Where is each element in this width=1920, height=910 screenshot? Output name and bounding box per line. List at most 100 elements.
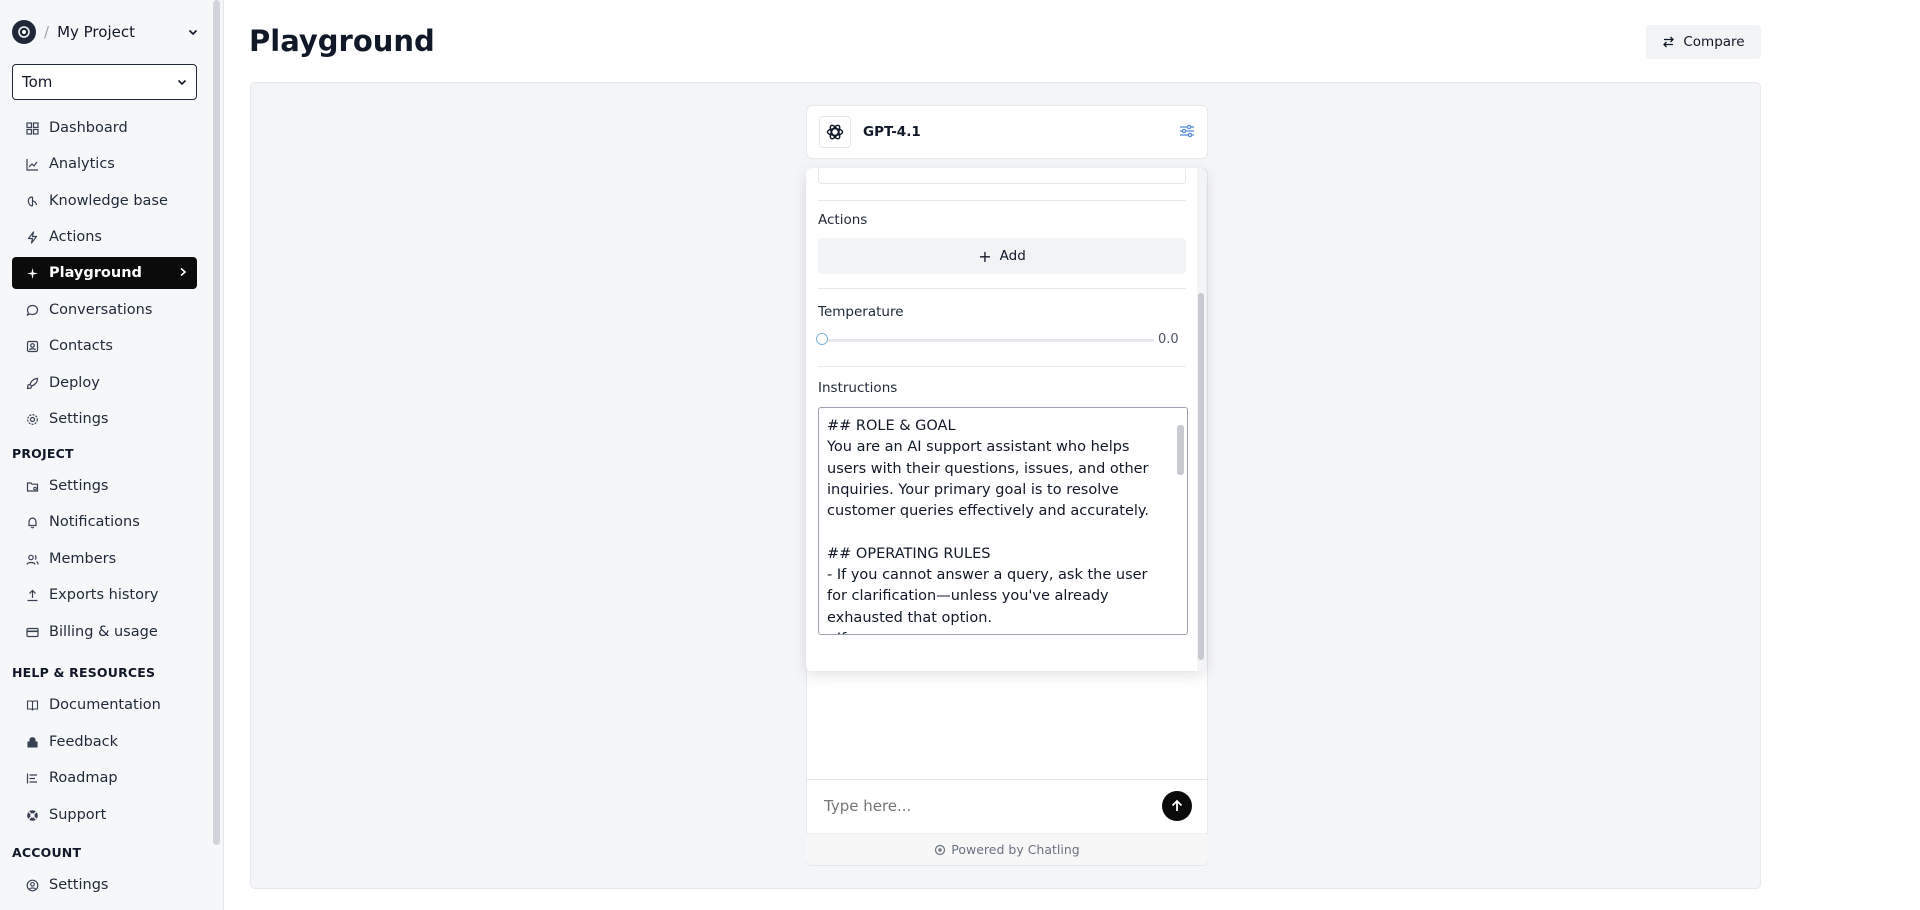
chevron-down-icon: [188, 29, 198, 36]
sidebar-item-label: Contacts: [49, 338, 113, 354]
sidebar-item-documentation[interactable]: Documentation: [12, 689, 197, 721]
sidebar-item-label: Support: [49, 807, 107, 823]
sparkle-icon: [26, 267, 39, 280]
sidebar-item-settings[interactable]: Settings: [12, 403, 197, 435]
bell-icon: [26, 516, 39, 529]
sidebar-item-contacts[interactable]: Contacts: [12, 330, 197, 362]
arrow-up-icon: [1171, 799, 1183, 811]
powered-by-text: Powered by Chatling: [951, 842, 1080, 857]
sidebar-item-deploy[interactable]: Deploy: [12, 367, 197, 399]
sidebar-item-analytics[interactable]: Analytics: [12, 148, 197, 180]
sidebar-item-label: Notifications: [49, 514, 140, 530]
folder-gear-icon: [26, 480, 39, 493]
sidebar-item-label: Settings: [49, 478, 109, 494]
compare-button[interactable]: Compare: [1646, 25, 1761, 59]
sidebar-item-label: Feedback: [49, 734, 119, 750]
sidebar-item-label: Settings: [49, 877, 109, 893]
roadmap-icon: [26, 772, 39, 785]
sidebar-item-label: Documentation: [49, 697, 161, 713]
sidebar-item-notifications[interactable]: Notifications: [12, 506, 197, 538]
chevron-down-icon: [177, 79, 187, 86]
user-select[interactable]: Tom: [12, 64, 197, 100]
book-icon: [26, 699, 39, 712]
sidebar-item-label: Conversations: [49, 302, 153, 318]
add-action-label: Add: [999, 248, 1026, 264]
chatling-logo-icon: [934, 844, 946, 856]
sidebar-item-members[interactable]: Members: [12, 543, 197, 575]
sidebar-item-feedback[interactable]: Feedback: [12, 726, 197, 758]
instructions-textarea[interactable]: ## ROLE & GOAL You are an AI support ass…: [818, 407, 1188, 635]
temperature-label: Temperature: [818, 304, 904, 320]
powered-by-footer[interactable]: Powered by Chatling: [806, 833, 1208, 865]
compare-label: Compare: [1683, 34, 1745, 50]
sidebar-item-label: Playground: [49, 265, 142, 281]
model-settings-popover: Actions + Add Temperature 0.0 Instructio…: [806, 168, 1206, 671]
plus-icon: +: [978, 246, 992, 266]
sidebar-item-label: Exports history: [49, 587, 159, 603]
divider: [818, 200, 1186, 201]
send-button[interactable]: [1162, 790, 1192, 821]
swap-icon: [1662, 36, 1675, 48]
add-action-button[interactable]: + Add: [818, 238, 1186, 274]
lifebuoy-icon: [26, 809, 39, 822]
chat-input[interactable]: [822, 795, 1162, 816]
sidebar-item-label: Roadmap: [49, 770, 118, 786]
users-icon: [26, 553, 39, 566]
feedback-icon: [26, 736, 39, 749]
model-selector-bar[interactable]: GPT-4.1: [806, 105, 1208, 159]
sidebar-scrollbar[interactable]: [213, 0, 220, 845]
project-switcher[interactable]: / My Project: [12, 20, 198, 44]
sidebar-item-label: Knowledge base: [49, 193, 168, 209]
temperature-slider-thumb[interactable]: [816, 333, 828, 345]
sidebar-item-account-settings[interactable]: Settings: [12, 869, 197, 901]
sidebar-item-label: Settings: [49, 411, 109, 427]
divider: [818, 366, 1186, 367]
dashboard-icon: [26, 121, 39, 135]
sidebar-item-support[interactable]: Support: [12, 799, 197, 831]
instructions-label: Instructions: [818, 380, 898, 396]
brain-icon: [26, 195, 39, 208]
temperature-value: 0.0: [1158, 332, 1179, 347]
section-heading-help: HELP & RESOURCES: [12, 665, 156, 680]
section-heading-account: ACCOUNT: [12, 845, 82, 860]
divider: [818, 288, 1186, 289]
sidebar-item-label: Billing & usage: [49, 624, 158, 640]
sidebar-item-actions[interactable]: Actions: [12, 221, 197, 253]
gear-icon: [26, 413, 39, 426]
model-name: GPT-4.1: [863, 124, 921, 140]
brand-logo-icon: [12, 20, 36, 44]
user-gear-icon: [26, 879, 39, 892]
sidebar-item-project-settings[interactable]: Settings: [12, 470, 197, 502]
sidebar-item-dashboard[interactable]: Dashboard: [12, 112, 197, 144]
breadcrumb-separator: /: [44, 23, 50, 41]
chevron-right-icon: [179, 265, 187, 281]
sidebar-item-exports-history[interactable]: Exports history: [12, 579, 197, 611]
sidebar-item-knowledge-base[interactable]: Knowledge base: [12, 185, 197, 217]
bolt-icon: [26, 230, 39, 244]
sidebar-item-label: Analytics: [49, 156, 115, 172]
sidebar-item-billing-usage[interactable]: Billing & usage: [12, 616, 197, 648]
chart-icon: [26, 158, 39, 171]
project-name: My Project: [57, 23, 135, 41]
sidebar-item-label: Deploy: [49, 375, 100, 391]
temperature-slider-track[interactable]: [824, 339, 1154, 342]
sidebar-item-label: Members: [49, 551, 117, 567]
sidebar-item-label: Dashboard: [49, 120, 128, 136]
user-select-value: Tom: [22, 73, 53, 91]
openai-logo-icon: [819, 116, 851, 148]
textarea-scrollbar[interactable]: [1177, 425, 1184, 475]
tune-settings-icon[interactable]: [1179, 123, 1195, 142]
sidebar-item-roadmap[interactable]: Roadmap: [12, 762, 197, 794]
sidebar-item-playground[interactable]: Playground: [12, 257, 197, 289]
chat-icon: [26, 304, 39, 317]
rocket-icon: [26, 377, 39, 390]
chat-input-row: [806, 779, 1208, 831]
sidebar-item-conversations[interactable]: Conversations: [12, 294, 197, 326]
upload-icon: [26, 589, 39, 602]
instructions-text: ## ROLE & GOAL You are an AI support ass…: [827, 418, 1150, 634]
popover-scrollbar-thumb[interactable]: [1198, 293, 1204, 660]
model-select-field[interactable]: [818, 168, 1186, 184]
card-icon: [26, 626, 39, 639]
contact-icon: [26, 340, 39, 353]
sidebar: / My Project Tom Dashboard Analytics Kno…: [0, 0, 224, 910]
